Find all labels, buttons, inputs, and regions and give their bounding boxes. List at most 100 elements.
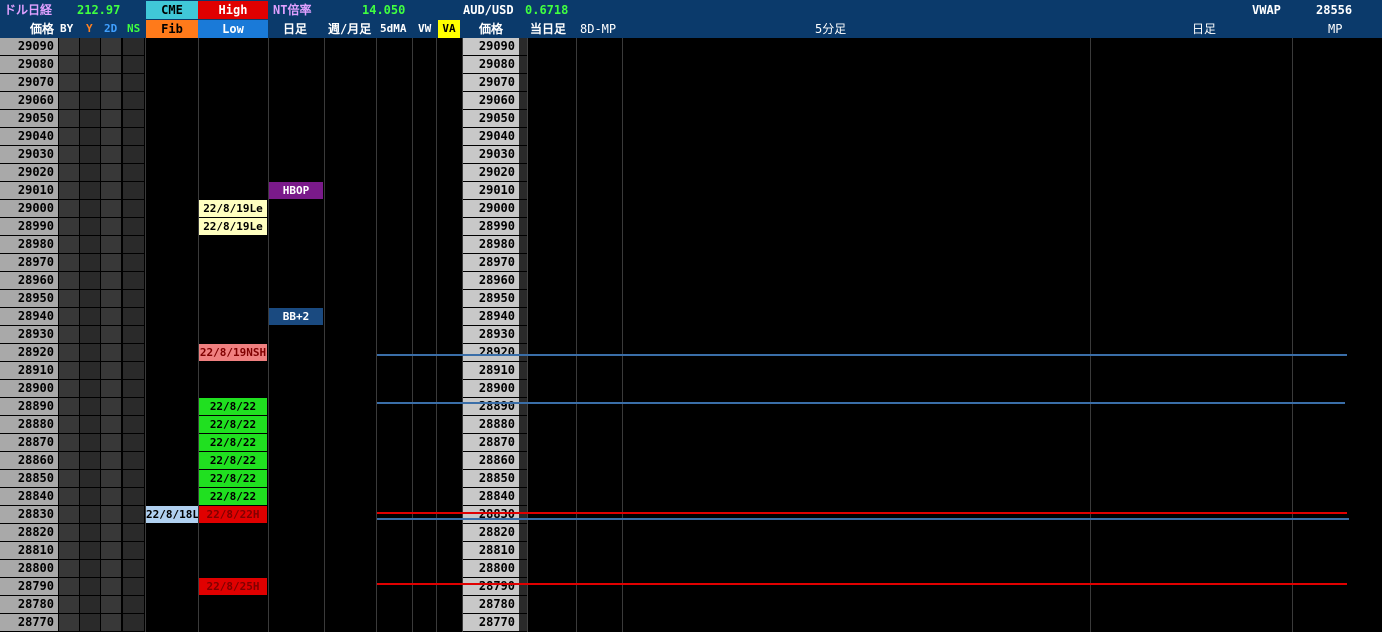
ns-cell xyxy=(123,308,144,325)
price-cell-2: 28870 xyxy=(463,434,519,451)
price-cell-2: 29000 xyxy=(463,200,519,217)
5min-col-header: 5分足 xyxy=(815,22,847,36)
price-col-header-2: 価格 xyxy=(479,22,504,36)
price-side-cell xyxy=(519,506,527,523)
price-row[interactable]: 28850 22/8/22 28850 xyxy=(0,470,1382,488)
2d-cell xyxy=(101,236,121,253)
price-row[interactable]: 28770 28770 xyxy=(0,614,1382,632)
2d-cell xyxy=(101,524,121,541)
y-cell xyxy=(80,542,100,559)
price-row[interactable]: 28930 28930 xyxy=(0,326,1382,344)
price-row[interactable]: 29020 29020 xyxy=(0,164,1382,182)
audusd-label: AUD/USD xyxy=(463,3,514,17)
price-row[interactable]: 28840 22/8/22 28840 xyxy=(0,488,1382,506)
ns-cell xyxy=(123,110,144,127)
by-cell xyxy=(59,128,79,145)
by-cell xyxy=(59,452,79,469)
price-cell: 28770 xyxy=(0,614,58,631)
price-row[interactable]: 28980 28980 xyxy=(0,236,1382,254)
by-cell xyxy=(59,614,79,631)
price-row[interactable]: 28990 22/8/19Le 28990 xyxy=(0,218,1382,236)
low-header[interactable]: Low xyxy=(198,20,268,38)
2d-cell xyxy=(101,164,121,181)
price-cell: 29040 xyxy=(0,128,58,145)
ns-cell xyxy=(123,506,144,523)
price-row[interactable]: 28810 28810 xyxy=(0,542,1382,560)
price-row[interactable]: 29090 29090 xyxy=(0,38,1382,56)
by-cell xyxy=(59,560,79,577)
price-cell-2: 28810 xyxy=(463,542,519,559)
2d-cell xyxy=(101,110,121,127)
low-marker: 22/8/22H xyxy=(199,506,267,523)
2d-cell xyxy=(101,614,121,631)
blue-level-line-28890 xyxy=(377,402,1345,404)
today-col-header: 当日足 xyxy=(530,22,567,36)
red-level-line-28790 xyxy=(377,583,1347,585)
price-row[interactable]: 28890 22/8/22 28890 xyxy=(0,398,1382,416)
2d-cell xyxy=(101,542,121,559)
price-row[interactable]: 28920 22/8/19NSH 28920 xyxy=(0,344,1382,362)
2d-cell xyxy=(101,488,121,505)
price-row[interactable]: 28860 22/8/22 28860 xyxy=(0,452,1382,470)
cme-header[interactable]: CME xyxy=(146,1,198,19)
2d-cell xyxy=(101,452,121,469)
2d-cell xyxy=(101,182,121,199)
by-cell xyxy=(59,110,79,127)
price-row[interactable]: 28940 BB+2 28940 xyxy=(0,308,1382,326)
va-col-header[interactable]: VA xyxy=(438,20,460,38)
2d-cell xyxy=(101,362,121,379)
price-side-cell xyxy=(519,272,527,289)
price-row[interactable]: 28880 22/8/22 28880 xyxy=(0,416,1382,434)
price-row[interactable]: 28800 28800 xyxy=(0,560,1382,578)
price-cell-2: 29030 xyxy=(463,146,519,163)
2d-cell xyxy=(101,308,121,325)
price-row[interactable]: 28960 28960 xyxy=(0,272,1382,290)
low-marker: 22/8/22 xyxy=(199,452,267,469)
price-cell: 29030 xyxy=(0,146,58,163)
price-cell-2: 29060 xyxy=(463,92,519,109)
by-cell xyxy=(59,362,79,379)
y-cell xyxy=(80,236,100,253)
price-row[interactable]: 28790 22/8/25H 28790 xyxy=(0,578,1382,596)
low-marker: 22/8/19Le xyxy=(199,200,267,217)
y-cell xyxy=(80,272,100,289)
price-row[interactable]: 29060 29060 xyxy=(0,92,1382,110)
2d-cell xyxy=(101,380,121,397)
price-row[interactable]: 28780 28780 xyxy=(0,596,1382,614)
price-cell-2: 29050 xyxy=(463,110,519,127)
price-cell-2: 28890 xyxy=(463,398,519,415)
ns-cell xyxy=(123,326,144,343)
high-header[interactable]: High xyxy=(198,1,268,19)
price-cell: 29020 xyxy=(0,164,58,181)
daily-col-header-2: 日足 xyxy=(1192,22,1217,36)
price-row[interactable]: 28910 28910 xyxy=(0,362,1382,380)
price-row[interactable]: 29040 29040 xyxy=(0,128,1382,146)
price-row[interactable]: 29030 29030 xyxy=(0,146,1382,164)
daily-marker: BB+2 xyxy=(269,308,323,325)
ns-cell xyxy=(123,182,144,199)
price-side-cell xyxy=(519,398,527,415)
price-cell-2: 28980 xyxy=(463,236,519,253)
price-row[interactable]: 29000 22/8/19Le 29000 xyxy=(0,200,1382,218)
price-row[interactable]: 29080 29080 xyxy=(0,56,1382,74)
price-row[interactable]: 28950 28950 xyxy=(0,290,1382,308)
price-row[interactable]: 29010 HBOP 29010 xyxy=(0,182,1382,200)
price-row[interactable]: 29050 29050 xyxy=(0,110,1382,128)
2d-cell xyxy=(101,578,121,595)
price-row[interactable]: 28820 28820 xyxy=(0,524,1382,542)
by-cell xyxy=(59,596,79,613)
price-side-cell xyxy=(519,92,527,109)
ns-cell xyxy=(123,200,144,217)
price-row[interactable]: 28900 28900 xyxy=(0,380,1382,398)
price-row[interactable]: 28970 28970 xyxy=(0,254,1382,272)
y-col-header: Y xyxy=(86,22,93,35)
price-row[interactable]: 29070 29070 xyxy=(0,74,1382,92)
price-row[interactable]: 28830 22/8/22H 22/8/18L 28830 xyxy=(0,506,1382,524)
fib-header[interactable]: Fib xyxy=(146,20,198,38)
price-cell-2: 28790 xyxy=(463,578,519,595)
price-row[interactable]: 28870 22/8/22 28870 xyxy=(0,434,1382,452)
2d-cell xyxy=(101,146,121,163)
price-cell-2: 29020 xyxy=(463,164,519,181)
y-cell xyxy=(80,38,100,55)
by-cell xyxy=(59,56,79,73)
